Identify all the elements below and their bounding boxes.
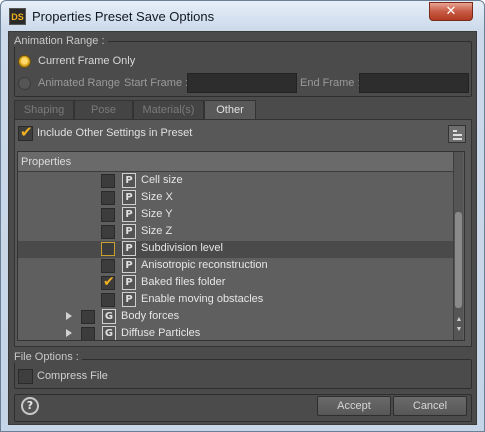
title-bar[interactable]: DS Properties Preset Save Options ✕ [1,1,484,31]
tab-other[interactable]: Other [204,100,256,119]
dialog-client: Animation Range : Current Frame Only Ani… [8,31,477,425]
accept-button[interactable]: Accept [317,396,391,416]
animation-range-legend: Animation Range : [14,35,108,47]
property-checkbox[interactable] [101,174,115,188]
properties-list[interactable]: Properties P Cell size P Size X P Size Y P Size… [17,151,465,341]
property-row[interactable]: G Diffuse Particles [18,326,454,340]
property-checkbox[interactable] [101,191,115,205]
animated-range-radio[interactable] [18,77,31,90]
menu-icon [453,130,457,132]
help-button[interactable]: ? [21,397,39,415]
property-row[interactable]: P Cell size [18,173,454,190]
menu-icon-line [453,134,462,136]
property-row[interactable]: G Body forces [18,309,454,326]
property-checkbox[interactable] [101,293,115,307]
include-other-checkbox[interactable]: ✔ [18,123,33,141]
property-icon: P [122,190,136,205]
property-icon: P [122,173,136,188]
property-label: Cell size [141,174,183,186]
property-group-icon: G [102,326,116,340]
expand-arrow-icon[interactable] [66,312,72,320]
tab-shaping[interactable]: Shaping [14,100,74,119]
property-row[interactable]: P Size Y [18,207,454,224]
window-title: Properties Preset Save Options [32,9,215,24]
file-options-legend: File Options : [14,351,82,363]
start-frame-field[interactable] [187,73,297,93]
end-frame-field[interactable] [359,73,469,93]
tab-materials[interactable]: Material(s) [133,100,204,119]
close-button[interactable]: ✕ [429,2,473,21]
property-label: Size X [141,191,173,203]
scroll-up-icon[interactable]: ▲ [455,316,463,324]
property-row[interactable]: P Size Z [18,224,454,241]
properties-header: Properties [18,152,454,172]
start-frame-label: Start Frame : [124,77,189,89]
property-group-icon: G [102,309,116,324]
cancel-button[interactable]: Cancel [393,396,467,416]
app-logo-icon: DS [9,8,26,25]
scrollbar-thumb[interactable] [455,212,462,308]
property-label: Diffuse Particles [121,327,201,339]
property-row[interactable]: P Size X [18,190,454,207]
vertical-scrollbar[interactable]: ▲ ▼ [453,152,463,340]
property-label: Body forces [121,310,180,322]
include-other-label[interactable]: Include Other Settings in Preset [37,127,192,139]
compress-file-checkbox[interactable] [18,369,33,384]
animated-range-label[interactable]: Animated Range [38,77,120,89]
property-icon: P [122,292,136,307]
property-icon: P [122,224,136,239]
property-row[interactable]: P Anisotropic reconstruction [18,258,454,275]
property-label: Enable moving obstacles [141,293,264,305]
property-checkbox[interactable] [101,242,115,256]
checkmark-icon: ✔ [103,274,115,290]
property-icon: P [122,258,136,273]
current-frame-radio[interactable] [18,55,31,68]
property-row[interactable]: P Enable moving obstacles [18,292,454,309]
compress-file-label[interactable]: Compress File [37,370,108,382]
dialog-window: DS Properties Preset Save Options ✕ Anim… [0,0,485,432]
menu-icon-line [453,138,462,140]
property-icon: P [122,241,136,256]
end-frame-label: End Frame : [300,77,361,89]
property-label: Subdivision level [141,242,223,254]
property-checkbox[interactable] [81,310,95,324]
property-checkbox[interactable] [81,327,95,340]
property-checkbox[interactable]: ✔ [101,274,115,290]
scroll-down-icon[interactable]: ▼ [455,326,463,334]
property-row[interactable]: P Subdivision level [18,241,454,258]
property-label: Anisotropic reconstruction [141,259,268,271]
current-frame-label[interactable]: Current Frame Only [38,55,135,67]
tab-pose[interactable]: Pose [74,100,133,119]
property-checkbox[interactable] [101,208,115,222]
property-checkbox[interactable] [101,259,115,273]
property-icon: P [122,207,136,222]
property-label: Size Z [141,225,173,237]
expand-arrow-icon[interactable] [66,329,72,337]
checkmark-icon: ✔ [20,123,33,141]
list-options-button[interactable] [448,125,466,143]
property-label: Size Y [141,208,173,220]
property-row[interactable]: ✔ P Baked files folder [18,274,454,292]
property-checkbox[interactable] [101,225,115,239]
property-label: Baked files folder [141,276,226,288]
property-icon: P [122,275,136,290]
